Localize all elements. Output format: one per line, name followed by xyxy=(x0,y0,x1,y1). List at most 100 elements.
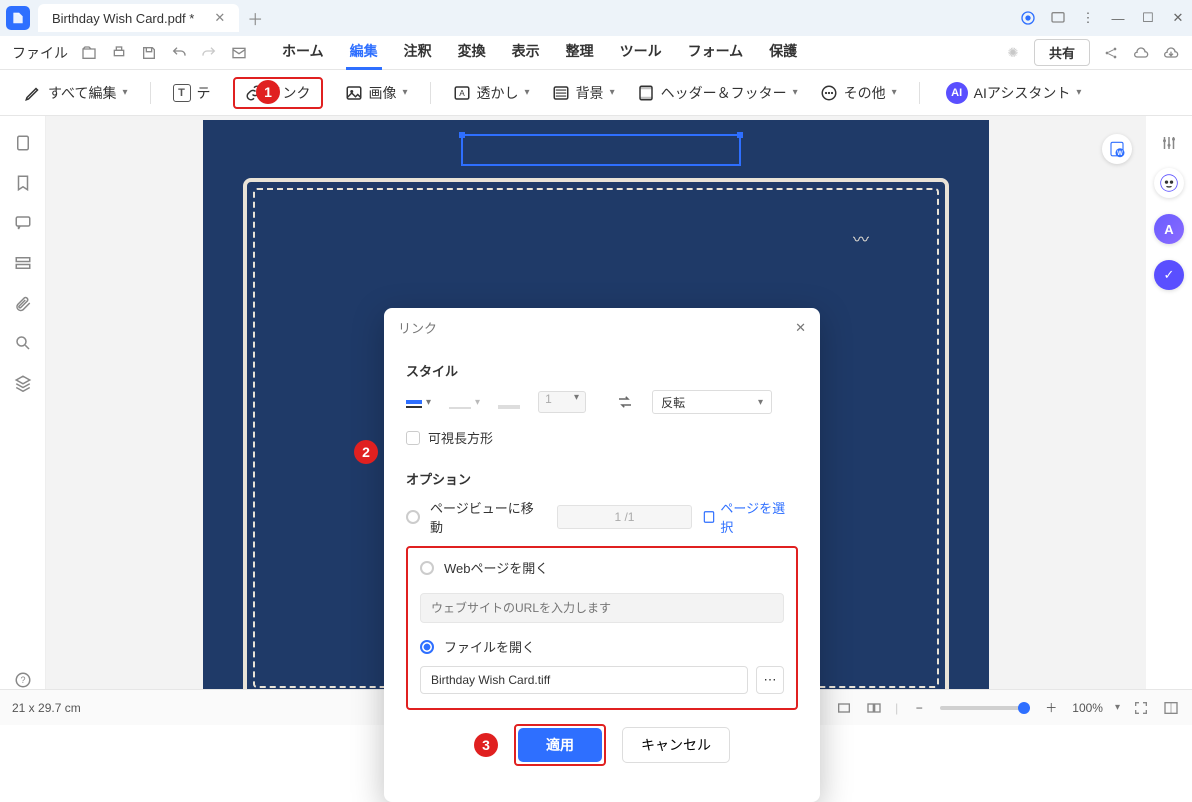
adjust-icon[interactable] xyxy=(1160,134,1178,152)
thumbnails-icon[interactable] xyxy=(14,134,32,152)
edit-toolbar: すべて編集▾ T テ 1 リンク 画像▾ A 透かし▾ 背景▾ ヘッダー＆フッタ… xyxy=(0,70,1192,116)
link-target-frame: Webページを開く ファイルを開く Birthday Wish Card.tif… xyxy=(406,546,798,710)
help-icon[interactable]: ? xyxy=(14,671,32,689)
search-icon[interactable] xyxy=(14,334,32,352)
page-number-input[interactable]: 1 /1 xyxy=(557,505,693,529)
thickness-input[interactable]: 1 ▾ xyxy=(538,391,586,413)
link-color-picker[interactable]: ▾ xyxy=(406,397,431,408)
window-minimize-icon[interactable]: — xyxy=(1110,10,1126,26)
fields-icon[interactable] xyxy=(14,254,32,272)
close-tab-icon[interactable]: ✕ xyxy=(214,10,225,26)
kebab-icon[interactable]: ⋮ xyxy=(1080,10,1096,26)
menu-comment[interactable]: 注釈 xyxy=(400,35,436,70)
line-style-picker[interactable]: ▾ xyxy=(449,395,480,409)
selection-box[interactable] xyxy=(461,134,741,166)
edit-all-label: すべて編集 xyxy=(48,83,116,103)
fit-width-icon[interactable] xyxy=(835,699,853,717)
share-button[interactable]: 共有 xyxy=(1034,39,1090,66)
text-icon: T xyxy=(173,84,191,102)
flip-select[interactable]: 反転▾ xyxy=(652,390,772,414)
print-icon[interactable] xyxy=(110,44,128,62)
menu-home[interactable]: ホーム xyxy=(278,35,328,70)
ai-assistant-button[interactable]: AI AIアシスタント▾ xyxy=(946,82,1082,104)
svg-text:?: ? xyxy=(20,675,25,685)
ai-chat-icon[interactable] xyxy=(1154,168,1184,198)
word-export-badge[interactable]: W xyxy=(1102,134,1132,164)
edit-all-button[interactable]: すべて編集▾ xyxy=(24,83,128,103)
menu-file[interactable]: ファイル xyxy=(12,43,68,63)
app-circle-icon[interactable] xyxy=(1020,10,1036,26)
fullscreen-icon[interactable] xyxy=(1132,699,1150,717)
window-maximize-icon[interactable]: ☐ xyxy=(1140,10,1156,26)
watermark-button[interactable]: A 透かし▾ xyxy=(453,83,530,103)
ai-check-icon[interactable]: ✓ xyxy=(1154,260,1184,290)
dialog-title: リンク xyxy=(398,318,437,337)
light-icon[interactable]: ✺ xyxy=(1004,44,1022,62)
menu-edit[interactable]: 編集 xyxy=(346,35,382,70)
watermark-label: 透かし xyxy=(477,83,519,103)
menu-protect[interactable]: 保護 xyxy=(765,35,801,70)
line-thickness-picker[interactable] xyxy=(498,395,520,409)
redo-icon[interactable] xyxy=(200,44,218,62)
bookmark-icon[interactable] xyxy=(14,174,32,192)
open-web-label: Webページを開く xyxy=(444,558,548,577)
svg-text:A: A xyxy=(459,89,465,98)
fit-page-icon[interactable] xyxy=(865,699,883,717)
image-button[interactable]: 画像▾ xyxy=(345,83,408,103)
background-icon xyxy=(552,84,570,102)
cloud-down-icon[interactable] xyxy=(1162,44,1180,62)
other-button[interactable]: その他▾ xyxy=(820,83,897,103)
ai-a-icon[interactable]: A xyxy=(1154,214,1184,244)
document-tab[interactable]: Birthday Wish Card.pdf * ✕ xyxy=(38,4,239,32)
attachment-icon[interactable] xyxy=(14,294,32,312)
save-icon[interactable] xyxy=(140,44,158,62)
ai-icon: AI xyxy=(946,82,968,104)
menu-tools[interactable]: ツール xyxy=(616,35,666,70)
menu-convert[interactable]: 変換 xyxy=(454,35,490,70)
undo-icon[interactable] xyxy=(170,44,188,62)
zoom-out-icon[interactable]: − xyxy=(910,699,928,717)
header-footer-button[interactable]: ヘッダー＆フッター▾ xyxy=(637,83,798,103)
cloud-up-icon[interactable] xyxy=(1132,44,1150,62)
workspace: ? 〰 W A ✓ リンク ✕ xyxy=(0,116,1192,689)
other-icon xyxy=(820,84,838,102)
zoom-in-icon[interactable]: ＋ xyxy=(1042,699,1060,717)
tab-title: Birthday Wish Card.pdf * xyxy=(52,11,194,26)
file-path-input[interactable]: Birthday Wish Card.tiff xyxy=(420,666,748,694)
radio-open-file[interactable] xyxy=(420,640,434,654)
background-button[interactable]: 背景▾ xyxy=(552,83,615,103)
text-button[interactable]: T テ xyxy=(173,83,211,103)
comment-icon[interactable] xyxy=(14,214,32,232)
share-nodes-icon[interactable] xyxy=(1102,44,1120,62)
image-icon xyxy=(345,84,363,102)
reading-mode-icon[interactable] xyxy=(1162,699,1180,717)
chat-icon[interactable] xyxy=(1050,10,1066,26)
header-footer-icon xyxy=(637,84,655,102)
radio-open-web[interactable] xyxy=(420,561,434,575)
radio-goto-page[interactable] xyxy=(406,510,420,524)
layers-icon[interactable] xyxy=(14,374,32,392)
right-rail: A ✓ xyxy=(1146,116,1192,689)
select-page-link[interactable]: ページを選択 xyxy=(702,498,798,536)
url-input[interactable] xyxy=(420,593,784,623)
open-icon[interactable] xyxy=(80,44,98,62)
browse-file-button[interactable]: ⋯ xyxy=(756,666,784,694)
mail-icon[interactable] xyxy=(230,44,248,62)
cancel-button[interactable]: キャンセル xyxy=(622,727,730,763)
menu-view[interactable]: 表示 xyxy=(508,35,544,70)
menu-form[interactable]: フォーム xyxy=(684,35,748,70)
menu-organize[interactable]: 整理 xyxy=(562,35,598,70)
background-label: 背景 xyxy=(576,83,604,103)
svg-text:W: W xyxy=(1117,151,1123,157)
menu-bar: ファイル ホーム 編集 注釈 変換 表示 整理 ツール フォーム 保護 ✺ 共有 xyxy=(0,36,1192,70)
flip-icon[interactable] xyxy=(616,393,634,411)
visible-rect-checkbox[interactable]: 可視長方形 xyxy=(406,428,798,447)
apply-button[interactable]: 適用 xyxy=(518,728,602,762)
main-menu: ホーム 編集 注釈 変換 表示 整理 ツール フォーム 保護 xyxy=(278,35,801,70)
zoom-slider[interactable] xyxy=(940,706,1030,710)
apply-button-frame: 適用 xyxy=(514,724,606,766)
goto-page-label: ページビューに移動 xyxy=(430,498,547,536)
new-tab-button[interactable]: ＋ xyxy=(247,6,263,30)
window-close-icon[interactable]: ✕ xyxy=(1170,10,1186,26)
dialog-close-icon[interactable]: ✕ xyxy=(795,320,806,336)
